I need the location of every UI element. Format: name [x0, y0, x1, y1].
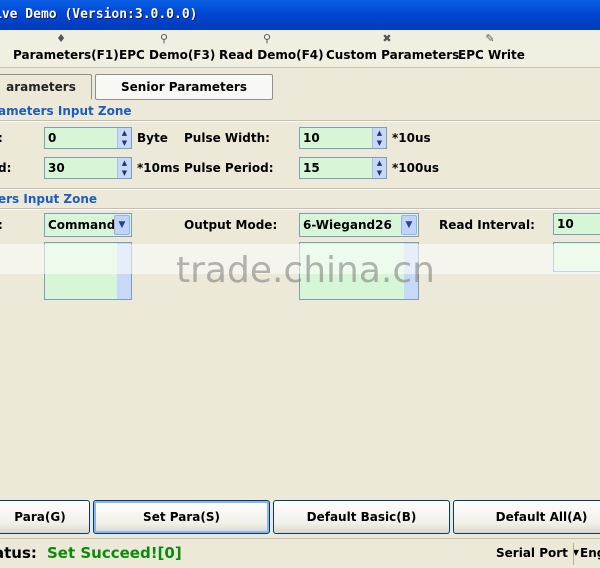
arrow-down-icon[interactable]: ▼: [118, 168, 131, 178]
chevron-down-icon[interactable]: ▼: [114, 215, 130, 235]
spinner-value: 10: [303, 131, 320, 145]
pulse-width-label: Pulse Width:: [184, 131, 270, 145]
pulse-width-spinner[interactable]: 10 ▲ ▼: [299, 127, 387, 149]
chip-icon: ♦: [56, 32, 66, 45]
spinner-buttons[interactable]: ▲ ▼: [372, 128, 386, 148]
status-label: atus:: [0, 544, 37, 562]
arrow-up-icon[interactable]: ▲: [118, 128, 131, 138]
unit-label: *10ms: [137, 161, 180, 175]
unit-label: Byte: [137, 131, 168, 145]
language-menu[interactable]: Eng: [580, 546, 600, 560]
toolbar: ♦ Parameters(F1) ⚲ EPC Demo(F3) ⚲ Read D…: [0, 30, 600, 68]
basic-section-heading: ameters Input Zone: [0, 104, 132, 118]
toolbar-item-label: EPC Write: [458, 48, 525, 62]
title-bar: ive Demo (Version:3.0.0.0): [0, 0, 600, 30]
pulse-period-label: Pulse Period:: [184, 161, 274, 175]
tab-label: Senior Parameters: [121, 80, 247, 94]
read-interval-label: Read Interval:: [439, 218, 535, 232]
arrow-down-icon[interactable]: ▼: [118, 138, 131, 148]
toolbar-item-label: Read Demo(F4): [219, 48, 324, 62]
toolbar-item-label: Parameters(F1): [13, 48, 119, 62]
set-para-button[interactable]: Set Para(S): [93, 500, 270, 534]
divider: [0, 208, 600, 210]
serial-port-label: Serial Port: [496, 546, 568, 560]
arrow-down-icon[interactable]: ▼: [373, 168, 386, 178]
button-bar: Para(G) Set Para(S) Default Basic(B) Def…: [0, 498, 600, 538]
chevron-down-icon[interactable]: ▼: [401, 215, 417, 235]
arrow-up-icon[interactable]: ▲: [373, 158, 386, 168]
arrow-up-icon[interactable]: ▲: [118, 158, 131, 168]
arrow-down-icon[interactable]: ▼: [373, 138, 386, 148]
output-mode-label: Output Mode:: [184, 218, 278, 232]
tab-parameters[interactable]: arameters: [0, 74, 92, 100]
magnifier-icon: ⚲: [262, 32, 272, 45]
arrow-up-icon[interactable]: ▲: [373, 128, 386, 138]
divider: [573, 543, 574, 565]
toolbar-custom-parameters[interactable]: ✖ Custom Parameters: [326, 30, 460, 68]
toolbar-epc-write[interactable]: ✎ EPC Write: [458, 30, 525, 68]
tab-label: arameters: [6, 80, 76, 94]
spinner-value: 30: [48, 161, 65, 175]
work-mode-select[interactable]: Command ▼: [44, 213, 132, 237]
status-bar: atus: Set Succeed![0] Serial Port▼ Eng: [0, 538, 600, 568]
field-label: :: [0, 218, 3, 232]
pulse-period-spinner[interactable]: 15 ▲ ▼: [299, 157, 387, 179]
spinner-buttons[interactable]: ▲ ▼: [117, 158, 131, 178]
divider: [0, 120, 600, 122]
senior-section-heading: ers Input Zone: [0, 192, 98, 206]
spinner-value: 10: [557, 217, 574, 231]
window-title: ive Demo (Version:3.0.0.0): [0, 7, 198, 22]
default-all-button[interactable]: Default All(A): [453, 500, 600, 534]
field-label: :: [0, 131, 3, 145]
read-interval-input[interactable]: 10: [553, 213, 600, 235]
spinner-buttons[interactable]: ▲ ▼: [372, 158, 386, 178]
watermark-text: trade.china.cn: [176, 250, 435, 291]
unit-label: *100us: [392, 161, 440, 175]
left-spinner-2[interactable]: 30 ▲ ▼: [44, 157, 132, 179]
tab-strip: arameters Senior Parameters: [0, 68, 600, 102]
spinner-value: 15: [303, 161, 320, 175]
magnifier-icon: ⚲: [159, 32, 169, 45]
write-icon: ✎: [485, 32, 495, 45]
status-value: Set Succeed![0]: [47, 544, 182, 562]
parameters-panel: ameters Input Zone : 0 ▲▼ Byte Pulse Wid…: [0, 100, 600, 498]
toolbar-epc-demo[interactable]: ⚲ EPC Demo(F3): [119, 30, 216, 68]
serial-port-menu[interactable]: Serial Port ▼: [496, 546, 579, 560]
spinner-buttons[interactable]: ▲ ▼: [117, 128, 131, 148]
unit-label: *10us: [392, 131, 431, 145]
output-mode-select[interactable]: 6-Wiegand26 ▼: [299, 213, 419, 237]
left-spinner-1[interactable]: 0 ▲ ▼: [44, 127, 132, 149]
default-basic-button[interactable]: Default Basic(B): [273, 500, 450, 534]
select-value: 6-Wiegand26: [303, 218, 392, 232]
tab-senior-parameters[interactable]: Senior Parameters: [95, 74, 273, 100]
spinner-value: 0: [48, 131, 57, 145]
get-para-button[interactable]: Para(G): [0, 500, 90, 534]
select-value: Command: [48, 218, 116, 232]
toolbar-item-label: EPC Demo(F3): [119, 48, 216, 62]
toolbar-read-demo[interactable]: ⚲ Read Demo(F4): [219, 30, 324, 68]
toolbar-item-label: Custom Parameters: [326, 48, 460, 62]
divider: [0, 188, 600, 190]
tools-icon: ✖: [382, 32, 392, 45]
field-label: d:: [0, 161, 12, 175]
toolbar-parameters[interactable]: ♦ Parameters(F1): [13, 30, 119, 68]
